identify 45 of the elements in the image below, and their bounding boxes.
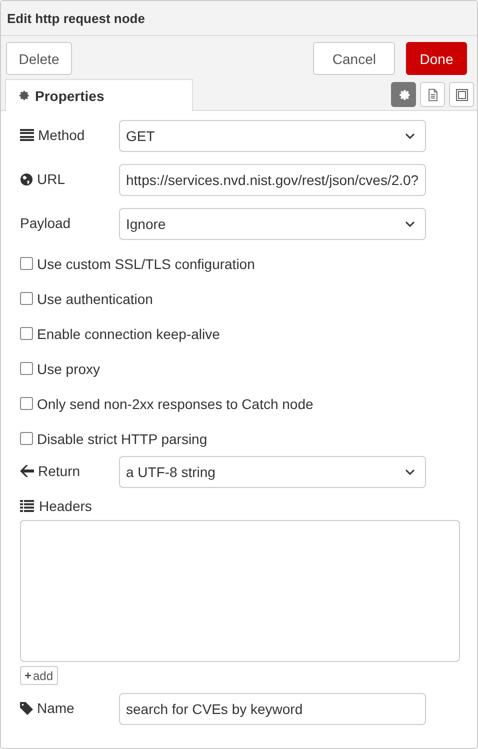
checkbox-label: Use authentication <box>37 290 153 306</box>
checkbox-label: Disable strict HTTP parsing <box>37 430 208 446</box>
delete-button[interactable]: Delete <box>6 42 72 75</box>
list-icon <box>20 129 34 141</box>
url-label: URL <box>37 171 66 187</box>
add-button[interactable]: add <box>20 666 58 685</box>
checkbox-label: Enable connection keep-alive <box>37 326 220 342</box>
return-select[interactable]: a UTF-8 string <box>119 456 426 488</box>
checkbox[interactable] <box>20 327 33 340</box>
tag-icon <box>20 702 33 714</box>
name-input[interactable]: search for CVEs by keyword <box>119 693 426 725</box>
headers-label: Headers <box>39 498 92 514</box>
chevron-icon <box>405 469 415 475</box>
plus-icon <box>25 671 31 680</box>
checkbox[interactable] <box>20 397 33 410</box>
payload-select[interactable]: Ignore <box>119 208 426 240</box>
checkbox[interactable] <box>20 292 33 305</box>
checkbox[interactable] <box>20 257 33 270</box>
checkbox-label: Use custom SSL/TLS configuration <box>37 256 255 272</box>
left-arrow-icon <box>20 465 34 477</box>
settings-icon <box>396 88 410 102</box>
method-select[interactable]: GET <box>119 120 426 152</box>
checkbox[interactable] <box>20 362 33 375</box>
document-icon <box>426 86 440 102</box>
checkbox[interactable] <box>20 432 33 445</box>
frame-icon <box>454 86 470 102</box>
window-title: Edit http request node <box>7 10 145 26</box>
return-label: Return <box>38 463 80 479</box>
cancel-button[interactable]: Cancel <box>313 42 395 75</box>
checkbox-label: Use proxy <box>37 360 100 376</box>
url-input[interactable]: https://services.nvd.nist.gov/rest/json/cves/2.0? <box>119 164 426 196</box>
settings-tab-button[interactable] <box>391 82 416 107</box>
chevron-icon <box>405 133 415 139</box>
list-icon <box>20 500 34 512</box>
document-tab-button[interactable] <box>420 82 445 107</box>
chevron-icon <box>405 221 415 227</box>
payload-label: Payload <box>20 215 71 231</box>
gear-icon <box>17 89 30 102</box>
frame-tab-button[interactable] <box>449 82 474 107</box>
name-label: Name <box>37 700 74 716</box>
checkbox-label: Only send non-2xx responses to Catch node <box>37 396 314 412</box>
globe-icon <box>20 172 33 186</box>
done-button[interactable]: Done <box>406 42 467 75</box>
method-label: Method <box>38 127 85 143</box>
properties-tab[interactable]: Properties <box>5 79 193 111</box>
